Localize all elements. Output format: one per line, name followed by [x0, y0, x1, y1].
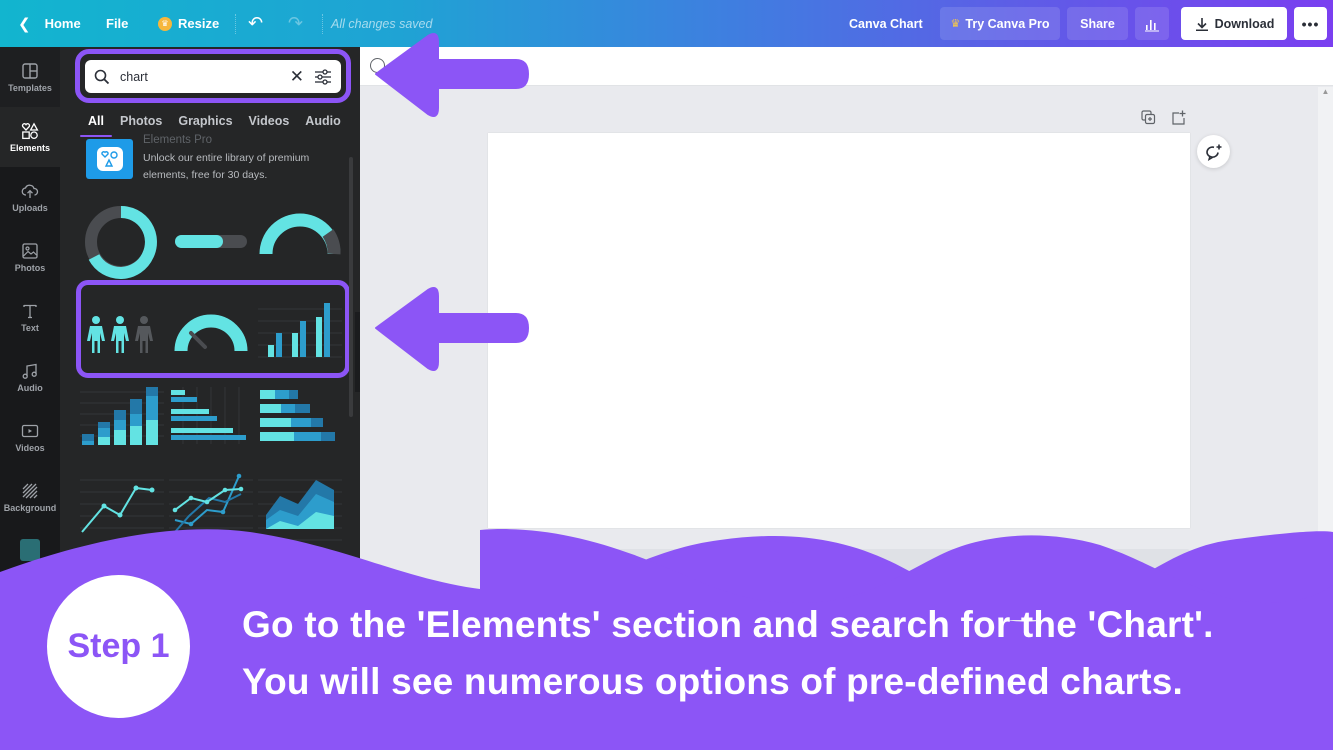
stacked-bar-chart-element[interactable]	[258, 382, 342, 462]
rail-item-audio[interactable]: Audio	[0, 347, 60, 407]
rail-label: Photos	[14, 262, 46, 273]
rail-label: Background	[3, 502, 57, 513]
pointer-arrow-icon	[375, 33, 529, 117]
tab-videos[interactable]: Videos	[241, 107, 298, 135]
horizontal-bar-chart-element[interactable]	[169, 382, 253, 462]
divider	[322, 14, 323, 34]
divider	[235, 14, 236, 34]
video-icon	[21, 424, 39, 437]
try-pro-label: Try Canva Pro	[965, 16, 1050, 31]
text-icon	[23, 304, 37, 318]
try-canva-pro-button[interactable]: ♛ Try Canva Pro	[940, 7, 1060, 40]
chart-row-highlight-outline	[76, 280, 350, 378]
share-label: Share	[1080, 16, 1115, 31]
resize-button[interactable]: ♛ Resize	[158, 0, 219, 47]
file-menu-button[interactable]: File	[106, 0, 128, 47]
promo-title: Elements Pro	[143, 134, 213, 146]
rail-item-templates[interactable]: Templates	[0, 47, 60, 107]
download-icon	[1195, 17, 1208, 31]
crown-icon: ♛	[158, 16, 172, 31]
tab-graphics[interactable]: Graphics	[170, 107, 240, 135]
pointer-arrow-icon	[375, 287, 529, 371]
elements-icon	[21, 121, 39, 139]
redo-icon: ↷	[288, 13, 304, 33]
rail-label: Videos	[15, 442, 45, 453]
step-badge: Step 1	[47, 575, 190, 718]
bar-chart-icon	[1145, 19, 1159, 31]
resize-label: Resize	[178, 16, 220, 31]
rail-item-photos[interactable]: Photos	[0, 227, 60, 287]
undo-icon: ↶	[248, 13, 264, 33]
rail-item-elements[interactable]: Elements	[0, 107, 60, 167]
duplicate-page-icon[interactable]	[1141, 110, 1156, 128]
rail-label: Templates	[8, 82, 52, 93]
home-button[interactable]: ❮ Home	[18, 0, 81, 47]
elements-pro-icon	[86, 139, 133, 179]
search-highlight-outline	[75, 49, 351, 103]
rail-item-background[interactable]: Background	[0, 467, 60, 527]
music-note-icon	[22, 363, 37, 379]
undo-button[interactable]: ↶	[248, 0, 263, 47]
more-icon: •••	[1301, 15, 1320, 32]
promo-description: Unlock our entire library of premium ele…	[143, 152, 310, 181]
rail-label: Text	[21, 322, 39, 333]
redo-button[interactable]: ↷	[288, 0, 303, 47]
home-label: Home	[44, 16, 81, 31]
instruction-line-1: Go to the 'Elements' section and search …	[242, 604, 1214, 645]
rail-item-videos[interactable]: Videos	[0, 407, 60, 467]
rail-label: Uploads	[12, 202, 48, 213]
tab-photos[interactable]: Photos	[112, 107, 170, 135]
rail-item-uploads[interactable]: Uploads	[0, 167, 60, 227]
more-options-button[interactable]: •••	[1294, 7, 1327, 40]
insights-button[interactable]	[1135, 7, 1169, 40]
crown-icon: ♛	[950, 18, 961, 30]
document-title[interactable]: Canva Chart	[849, 0, 923, 47]
background-pattern-icon	[22, 483, 38, 498]
rail-label: Audio	[17, 382, 43, 393]
instruction-line-2: You will see numerous options of pre-def…	[242, 661, 1184, 702]
top-bar: ❮ Home File ♛ Resize ↶ ↷ All changes sav…	[0, 0, 1333, 47]
tab-audio[interactable]: Audio	[297, 107, 348, 135]
step-label: Step 1	[67, 627, 170, 665]
file-label: File	[106, 16, 129, 31]
chevron-left-icon: ❮	[18, 15, 31, 33]
image-icon	[22, 242, 38, 259]
rail-item-text[interactable]: Text	[0, 287, 60, 347]
tutorial-screenshot: ❮ Home File ♛ Resize ↶ ↷ All changes sav…	[0, 0, 1333, 750]
comment-add-icon	[1205, 144, 1221, 161]
elements-row	[80, 382, 342, 462]
elements-pro-promo[interactable]: Elements Pro Unlock our entire library o…	[86, 134, 346, 181]
progress-bar-element[interactable]	[169, 199, 253, 279]
download-label: Download	[1214, 16, 1275, 31]
download-button[interactable]: Download	[1181, 7, 1287, 40]
upload-cloud-icon	[21, 184, 39, 198]
share-button[interactable]: Share	[1067, 7, 1128, 40]
design-page[interactable]	[488, 133, 1190, 528]
tab-all[interactable]: All	[80, 107, 112, 137]
templates-icon	[22, 62, 38, 79]
add-page-icon[interactable]	[1171, 110, 1186, 128]
filter-tabs: All Photos Graphics Videos Audio	[80, 107, 349, 137]
panel-scrollbar[interactable]	[349, 157, 353, 417]
rail-label: Elements	[9, 142, 51, 153]
add-comment-button[interactable]	[1197, 135, 1230, 168]
stacked-column-chart-element[interactable]	[80, 382, 164, 462]
half-gauge-element[interactable]	[258, 199, 342, 279]
elements-row	[80, 199, 342, 279]
donut-chart-element[interactable]	[80, 199, 164, 279]
